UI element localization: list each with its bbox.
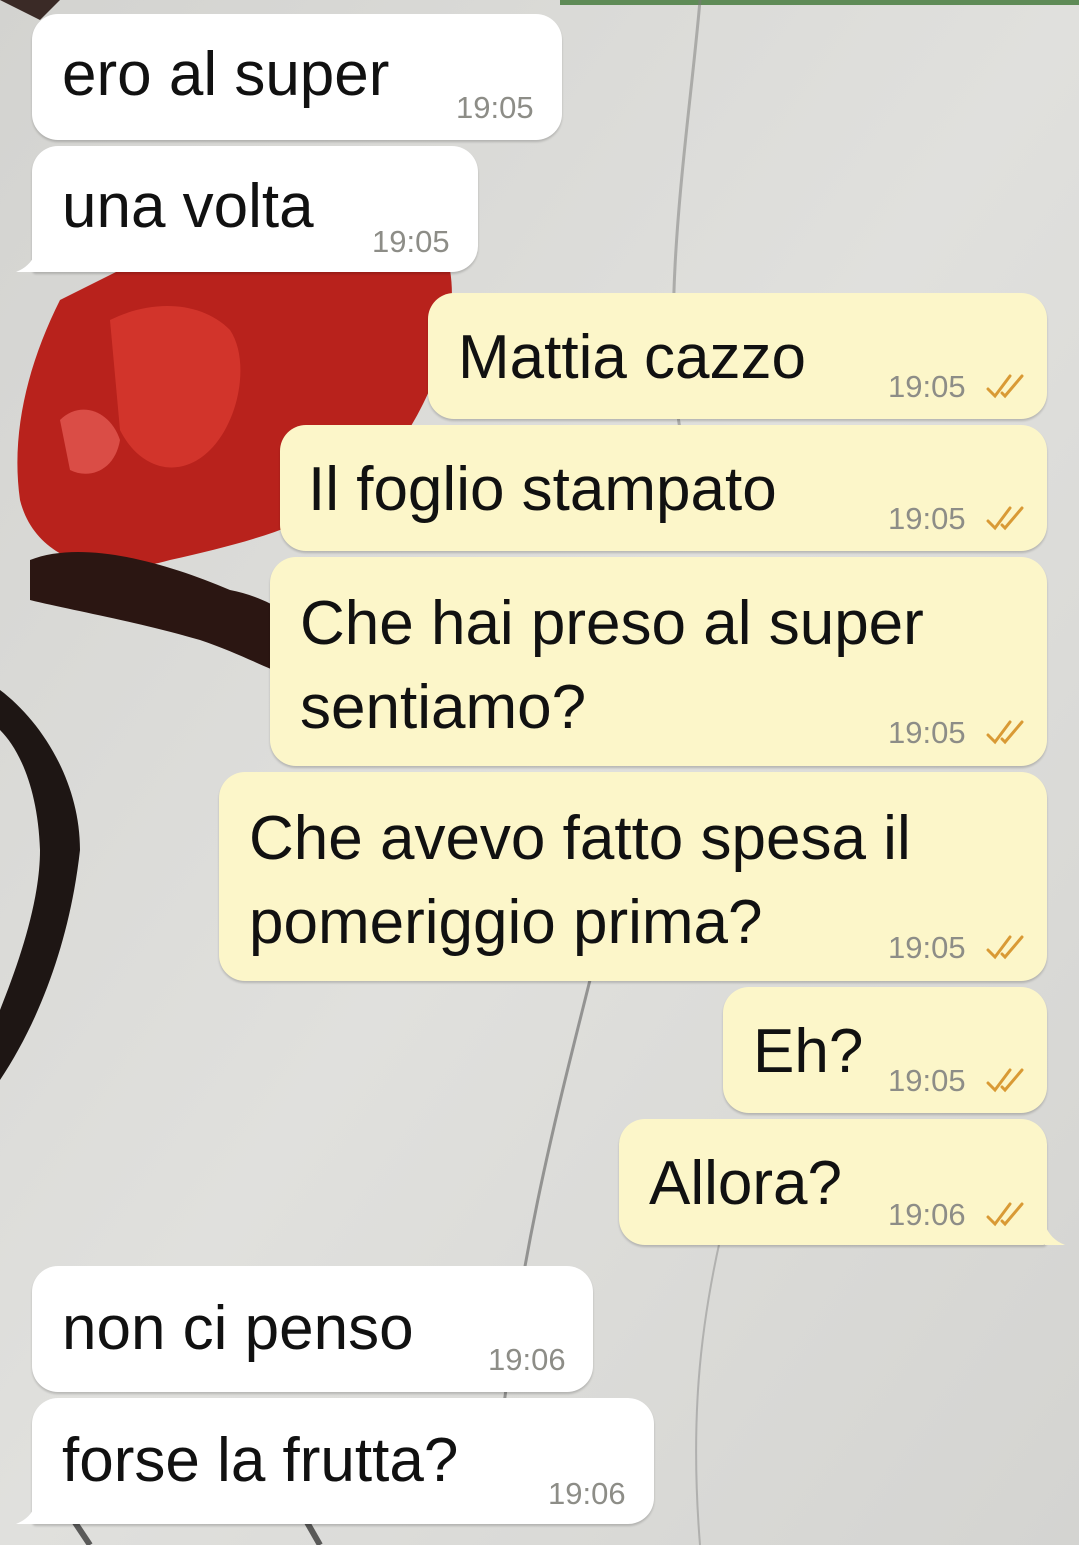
double-check-icon — [986, 374, 1024, 399]
double-check-icon — [986, 720, 1024, 745]
chat-conversation: ero al super 19:05 una volta 19:05 Matti… — [0, 0, 1079, 1545]
message-text: non ci penso — [62, 1294, 414, 1363]
message-text: forse la frutta? — [62, 1426, 459, 1495]
bubble-tail-icon — [1045, 1225, 1065, 1245]
message-bubble-incoming[interactable]: non ci penso 19:06 — [32, 1266, 593, 1392]
message-timestamp: 19:05 — [372, 224, 450, 259]
message-timestamp: 19:05 — [456, 90, 534, 125]
message-text-line: Che avevo fatto spesa il — [249, 804, 911, 873]
bubble-tail-icon — [16, 252, 36, 272]
message-timestamp: 19:06 — [888, 1197, 966, 1232]
message-text-line: pomeriggio prima? — [249, 888, 763, 957]
message-bubble-outgoing[interactable]: Eh? 19:05 — [723, 987, 1047, 1113]
message-bubble-outgoing[interactable]: Il foglio stampato 19:05 — [280, 425, 1047, 551]
message-text: Il foglio stampato — [308, 455, 777, 524]
message-timestamp: 19:05 — [888, 369, 966, 404]
message-text: Mattia cazzo — [458, 323, 807, 392]
message-timestamp: 19:05 — [888, 1063, 966, 1098]
message-text: Allora? — [649, 1149, 842, 1218]
message-text: ero al super — [62, 40, 390, 109]
message-bubble-outgoing[interactable]: Che hai preso al super sentiamo? 19:05 — [270, 557, 1047, 766]
message-text: una volta — [62, 172, 314, 241]
message-timestamp: 19:05 — [888, 715, 966, 750]
message-timestamp: 19:05 — [888, 930, 966, 965]
message-timestamp: 19:06 — [548, 1476, 626, 1511]
message-bubble-outgoing[interactable]: Allora? 19:06 — [619, 1119, 1047, 1245]
message-timestamp: 19:05 — [888, 501, 966, 536]
message-bubble-outgoing[interactable]: Che avevo fatto spesa il pomeriggio prim… — [219, 772, 1047, 981]
message-text-line: sentiamo? — [300, 673, 587, 742]
double-check-icon — [986, 935, 1024, 960]
message-bubble-incoming[interactable]: ero al super 19:05 — [32, 14, 562, 140]
double-check-icon — [986, 1068, 1024, 1093]
double-check-icon — [986, 1202, 1024, 1227]
bubble-tail-icon — [16, 1504, 36, 1524]
message-bubble-incoming[interactable]: forse la frutta? 19:06 — [32, 1398, 654, 1524]
message-text-line: Che hai preso al super — [300, 589, 924, 658]
double-check-icon — [986, 506, 1024, 531]
message-bubble-outgoing[interactable]: Mattia cazzo 19:05 — [428, 293, 1047, 419]
message-bubble-incoming[interactable]: una volta 19:05 — [32, 146, 478, 272]
message-text: Eh? — [753, 1017, 864, 1086]
message-timestamp: 19:06 — [488, 1342, 566, 1377]
